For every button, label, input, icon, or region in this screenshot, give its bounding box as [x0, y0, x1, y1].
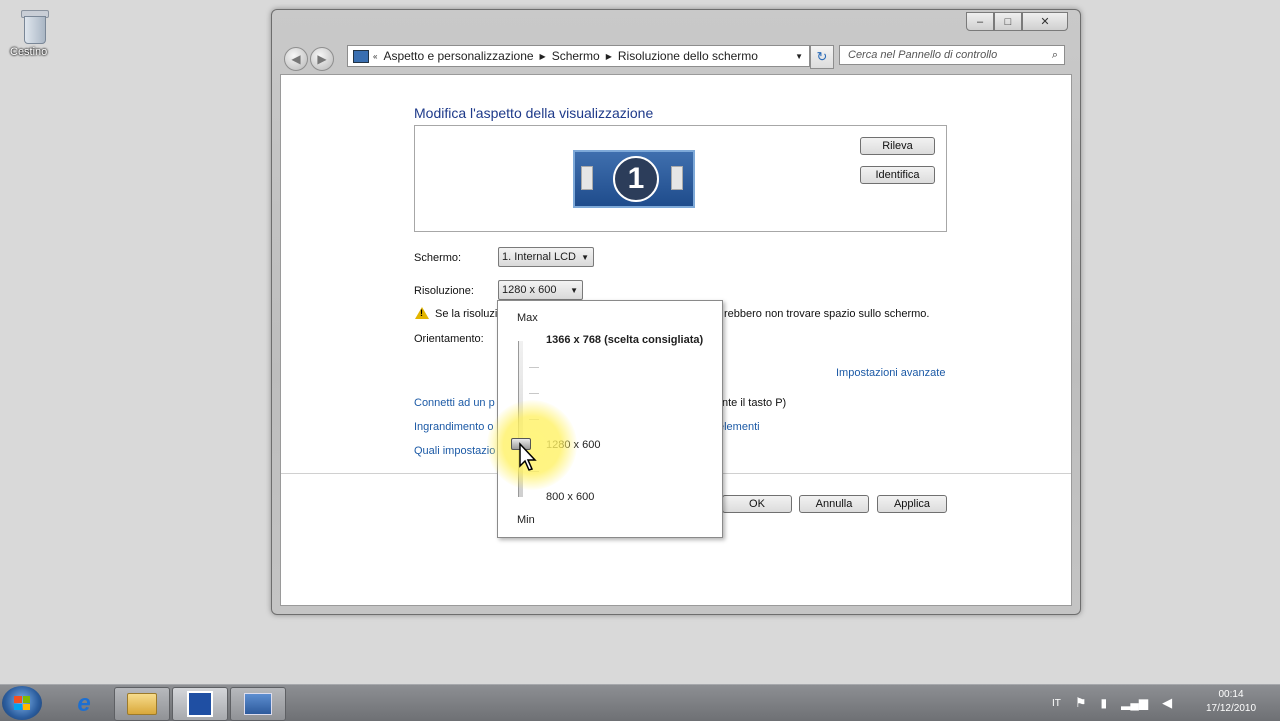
forward-button[interactable]: ▶ [310, 47, 334, 71]
maximize-button[interactable]: □ [994, 12, 1022, 31]
system-tray: IT ⚑ ▮ ▂▄▆ ◀ [1052, 685, 1172, 721]
battery-icon[interactable]: ▮ [1101, 696, 1108, 710]
recycle-bin-label: Cestino [10, 46, 48, 58]
warning-icon: ! [415, 307, 429, 319]
breadcrumb-separator-icon: ▶ [539, 51, 546, 61]
refresh-button[interactable]: ↻ [810, 45, 834, 69]
resolution-label: Risoluzione: [414, 285, 474, 297]
resolution-select-value: 1280 x 600 [502, 284, 557, 296]
internet-explorer-button[interactable]: e [56, 687, 112, 721]
monitor-1-preview[interactable]: 1 [573, 150, 695, 208]
warning-text-end: rebbero non trovare spazio sullo schermo… [724, 308, 930, 320]
back-arrow-icon: ◀ [291, 52, 301, 66]
back-button[interactable]: ◀ [284, 47, 308, 71]
resolution-option-min[interactable]: 800 x 600 [546, 491, 594, 503]
system-clock[interactable]: 00:14 17/12/2010 [1200, 688, 1262, 716]
resolution-select[interactable]: 1280 x 600 ▼ [498, 280, 583, 300]
language-indicator[interactable]: IT [1052, 698, 1061, 709]
breadcrumb-separator-icon: ▶ [605, 51, 612, 61]
windows-logo-icon [14, 696, 30, 710]
screen-select[interactable]: 1. Internal LCD ▼ [498, 247, 594, 267]
apply-button[interactable]: Applica [877, 495, 947, 513]
control-panel-taskbar-button[interactable] [230, 687, 286, 721]
recycle-bin-icon [19, 6, 49, 44]
screen-label: Schermo: [414, 252, 462, 264]
forward-arrow-icon: ▶ [317, 52, 327, 66]
minimize-button[interactable]: – [966, 12, 994, 31]
address-bar[interactable]: « Aspetto e personalizzazione ▶ Schermo … [347, 45, 810, 67]
which-settings-link[interactable]: Quali impostazio [414, 445, 495, 457]
network-icon[interactable]: ▂▄▆ [1121, 696, 1148, 710]
refresh-icon: ↻ [816, 49, 828, 64]
orientation-label: Orientamento: [414, 333, 484, 345]
breadcrumb-item[interactable]: Aspetto e personalizzazione [383, 49, 533, 63]
clock-date: 17/12/2010 [1205, 703, 1257, 714]
connect-projector-hint: nte il tasto P) [722, 397, 787, 409]
text-size-link-end[interactable]: elementi [718, 421, 760, 433]
page-title: Modifica l'aspetto della visualizzazione [414, 105, 654, 121]
internet-explorer-icon: e [77, 690, 91, 717]
volume-icon[interactable]: ◀ [1162, 695, 1172, 711]
breadcrumb-overflow-icon: « [373, 51, 378, 61]
monitor-number-badge: 1 [613, 156, 659, 202]
slider-min-label: Min [517, 514, 535, 526]
monitor-graphic [671, 166, 683, 190]
clock-time: 00:14 [1218, 689, 1244, 700]
chevron-down-icon: ▼ [581, 252, 589, 262]
resolution-option-recommended[interactable]: 1366 x 768 (scelta consigliata) [546, 334, 703, 346]
advanced-settings-link[interactable]: Impostazioni avanzate [836, 367, 945, 379]
monitor-preview-area: 1 Rileva Identifica [414, 125, 947, 232]
control-panel-icon [244, 693, 272, 715]
explorer-button[interactable] [114, 687, 170, 721]
text-size-link[interactable]: Ingrandimento o [414, 421, 494, 433]
action-center-icon[interactable]: ⚑ [1075, 695, 1087, 711]
breadcrumb-item[interactable]: Schermo [552, 49, 600, 63]
close-button[interactable]: ✕ [1022, 12, 1068, 31]
taskbar: e IT ⚑ ▮ ▂▄▆ ◀ 00:14 17/12/2010 [0, 684, 1280, 721]
slider-tick [529, 367, 539, 368]
connect-projector-link[interactable]: Connetti ad un p [414, 397, 495, 409]
search-icon[interactable]: ⌕ [1052, 49, 1058, 62]
start-button[interactable] [2, 686, 42, 720]
slider-max-label: Max [517, 312, 538, 324]
identify-button[interactable]: Identifica [860, 166, 935, 184]
search-input[interactable]: Cerca nel Pannello di controllo ⌕ [839, 45, 1065, 65]
detect-button[interactable]: Rileva [860, 137, 935, 155]
search-placeholder: Cerca nel Pannello di controllo [848, 49, 998, 61]
chevron-down-icon: ▼ [570, 285, 578, 295]
folder-icon [127, 693, 157, 715]
display-settings-button[interactable] [172, 687, 228, 721]
window-controls: – □ ✕ [966, 12, 1068, 31]
slider-tick [529, 393, 539, 394]
control-panel-icon [353, 49, 369, 63]
warning-text-start: Se la risoluzi [435, 308, 498, 320]
ok-button[interactable]: OK [722, 495, 792, 513]
mouse-pointer-icon [519, 442, 537, 471]
breadcrumb-item[interactable]: Risoluzione dello schermo [618, 49, 758, 63]
cancel-button[interactable]: Annulla [799, 495, 869, 513]
monitor-graphic [581, 166, 593, 190]
screen-select-value: 1. Internal LCD [502, 251, 576, 263]
recycle-bin-desktop-icon[interactable]: Cestino [10, 6, 58, 58]
display-settings-icon [187, 691, 213, 717]
chevron-down-icon[interactable]: ▼ [795, 52, 803, 61]
